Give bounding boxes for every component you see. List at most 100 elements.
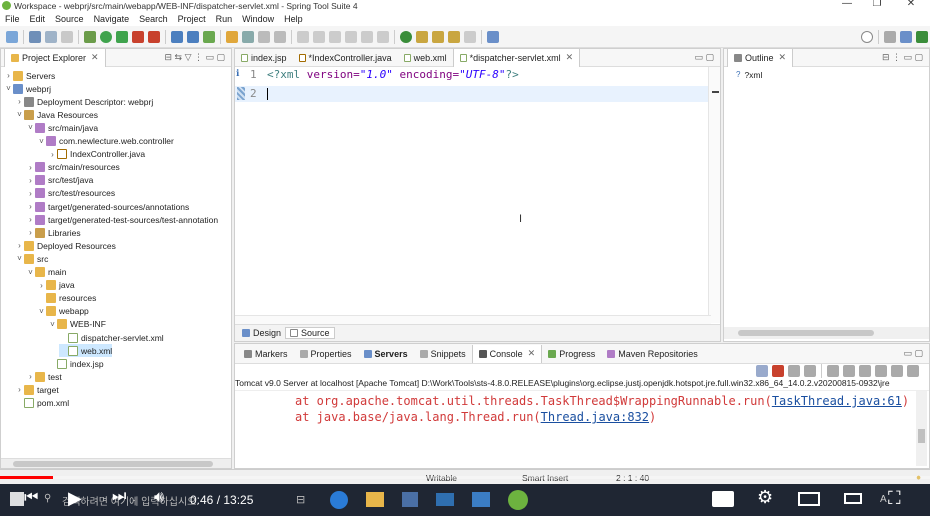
tab-web-xml[interactable]: web.xml: [398, 49, 453, 67]
forward-icon[interactable]: [464, 30, 476, 43]
tree-item[interactable]: › Deployed Resources: [15, 239, 116, 252]
tab-source[interactable]: Source: [285, 327, 335, 339]
back-icon[interactable]: [448, 30, 460, 43]
debug-icon[interactable]: [84, 30, 96, 43]
console-window-controls[interactable]: ▭ ▢: [903, 348, 923, 359]
java-ee-perspective-icon[interactable]: [900, 30, 912, 43]
tree-item[interactable]: ˅ webprj: [4, 82, 51, 95]
chevron-right-icon[interactable]: ›: [4, 71, 13, 80]
tree-item[interactable]: › src/main/resources: [26, 161, 120, 174]
menu-help[interactable]: Help: [279, 14, 308, 24]
menu-window[interactable]: Window: [237, 14, 279, 24]
clear-console-icon[interactable]: [827, 365, 839, 377]
tree-item[interactable]: › src/test/resources: [26, 187, 115, 200]
tab-snippets[interactable]: Snippets: [414, 345, 472, 363]
sts-taskbar-icon[interactable]: [508, 490, 528, 510]
tree-item[interactable]: › test: [26, 370, 62, 383]
new-package-icon[interactable]: [187, 30, 199, 43]
remove-all-icon[interactable]: [804, 365, 816, 377]
menu-project[interactable]: Project: [173, 14, 211, 24]
next-video-icon[interactable]: ⏭: [112, 488, 126, 506]
tab-progress[interactable]: Progress: [542, 345, 601, 363]
terminate-icon[interactable]: [377, 30, 389, 43]
file-explorer-icon[interactable]: [366, 492, 384, 507]
chevron-right-icon[interactable]: ›: [26, 176, 35, 185]
close-tab-icon[interactable]: ✕: [91, 52, 99, 63]
console-output[interactable]: at org.apache.tomcat.util.threads.TaskTh…: [235, 390, 929, 466]
close-tab-icon[interactable]: ✕: [528, 348, 536, 359]
tab-outline[interactable]: Outline ✕: [727, 48, 794, 67]
prev-annotation-icon[interactable]: [432, 30, 444, 43]
tab-project-explorer[interactable]: Project Explorer ✕: [4, 48, 106, 67]
chevron-right-icon[interactable]: ›: [26, 215, 35, 224]
search-icon[interactable]: [861, 30, 873, 43]
tab-design[interactable]: Design: [238, 328, 285, 338]
run-config-icon[interactable]: [116, 30, 128, 43]
store-icon[interactable]: [402, 492, 418, 507]
tree-item[interactable]: ˅ com.newlecture.web.controller: [37, 135, 174, 148]
chevron-down-icon[interactable]: ˅: [15, 254, 24, 263]
tree-item[interactable]: dispatcher-servlet.xml: [59, 331, 164, 344]
new-icon[interactable]: [6, 30, 18, 43]
editor-window-controls[interactable]: ▭ ▢: [694, 52, 714, 63]
chevron-down-icon[interactable]: ˅: [37, 137, 46, 146]
menu-run[interactable]: Run: [211, 14, 238, 24]
video-progress-track[interactable]: [0, 476, 930, 479]
tree-item[interactable]: ˅ main: [26, 266, 66, 279]
console-vscrollbar[interactable]: [916, 391, 927, 466]
display-console-icon[interactable]: [891, 365, 903, 377]
suspend-icon[interactable]: [361, 30, 373, 43]
taskbar-search-icon[interactable]: ⚲: [44, 493, 51, 504]
theater-mode-icon[interactable]: [844, 493, 862, 504]
remote-desktop-icon[interactable]: [472, 492, 490, 507]
outline-hscrollbar[interactable]: [724, 327, 929, 339]
tab-index-controller[interactable]: *IndexController.java: [293, 49, 398, 67]
tree-item[interactable]: ˅ src: [15, 252, 48, 265]
chevron-right-icon[interactable]: ›: [26, 163, 35, 172]
tab-markers[interactable]: Markers: [238, 345, 294, 363]
toggle-mark-icon[interactable]: [258, 30, 270, 43]
menu-edit[interactable]: Edit: [25, 14, 51, 24]
tree-item[interactable]: index.jsp: [48, 357, 104, 370]
stop-icon[interactable]: [132, 30, 144, 43]
tree-item[interactable]: › target/generated-sources/annotations: [26, 200, 189, 213]
chevron-down-icon[interactable]: ˅: [26, 123, 35, 132]
settings-icon[interactable]: ⚙: [757, 487, 773, 508]
volume-icon[interactable]: 🔊︎: [154, 489, 164, 507]
minimize-icon[interactable]: —: [832, 0, 862, 11]
chevron-right-icon[interactable]: ›: [15, 241, 24, 250]
chevron-right-icon[interactable]: ›: [37, 281, 46, 290]
tab-index-jsp[interactable]: index.jsp: [235, 49, 293, 67]
explorer-hscrollbar[interactable]: [1, 458, 231, 468]
tab-console[interactable]: Console ✕: [471, 344, 543, 363]
tree-item[interactable]: › src/test/java: [26, 174, 93, 187]
close-icon[interactable]: ✕: [896, 0, 926, 11]
new-java-project-icon[interactable]: [171, 30, 183, 43]
chevron-right-icon[interactable]: ›: [26, 189, 35, 198]
print-icon[interactable]: [61, 30, 73, 43]
tab-servers[interactable]: Servers: [358, 345, 414, 363]
step-into-icon[interactable]: [297, 30, 309, 43]
explorer-scroll-thumb[interactable]: [13, 461, 213, 467]
close-tab-icon[interactable]: ✕: [566, 52, 574, 63]
miniplayer-icon[interactable]: [798, 492, 820, 506]
new-class-icon[interactable]: [203, 30, 215, 43]
menu-search[interactable]: Search: [134, 14, 173, 24]
chevron-right-icon[interactable]: ›: [26, 372, 35, 381]
menu-navigate[interactable]: Navigate: [89, 14, 135, 24]
fullscreen-icon[interactable]: ⛶: [888, 488, 901, 509]
ime-indicator[interactable]: A: [880, 494, 887, 505]
pin-console-icon[interactable]: [756, 365, 768, 377]
maximize-icon[interactable]: ❐: [862, 0, 892, 11]
mail-icon[interactable]: [436, 493, 454, 506]
chevron-down-icon[interactable]: ˅: [48, 320, 57, 329]
word-wrap-icon[interactable]: [859, 365, 871, 377]
resume-icon[interactable]: [345, 30, 357, 43]
tree-item[interactable]: › Deployment Descriptor: webprj: [15, 95, 153, 108]
tab-dispatcher-servlet[interactable]: *dispatcher-servlet.xml ✕: [452, 48, 581, 67]
spring-boot-dashboard-icon[interactable]: [400, 30, 412, 43]
tree-item[interactable]: resources: [37, 292, 96, 305]
tree-item[interactable]: web.xml: [59, 344, 113, 358]
chevron-right-icon[interactable]: ›: [15, 97, 24, 106]
menu-file[interactable]: File: [0, 14, 25, 24]
